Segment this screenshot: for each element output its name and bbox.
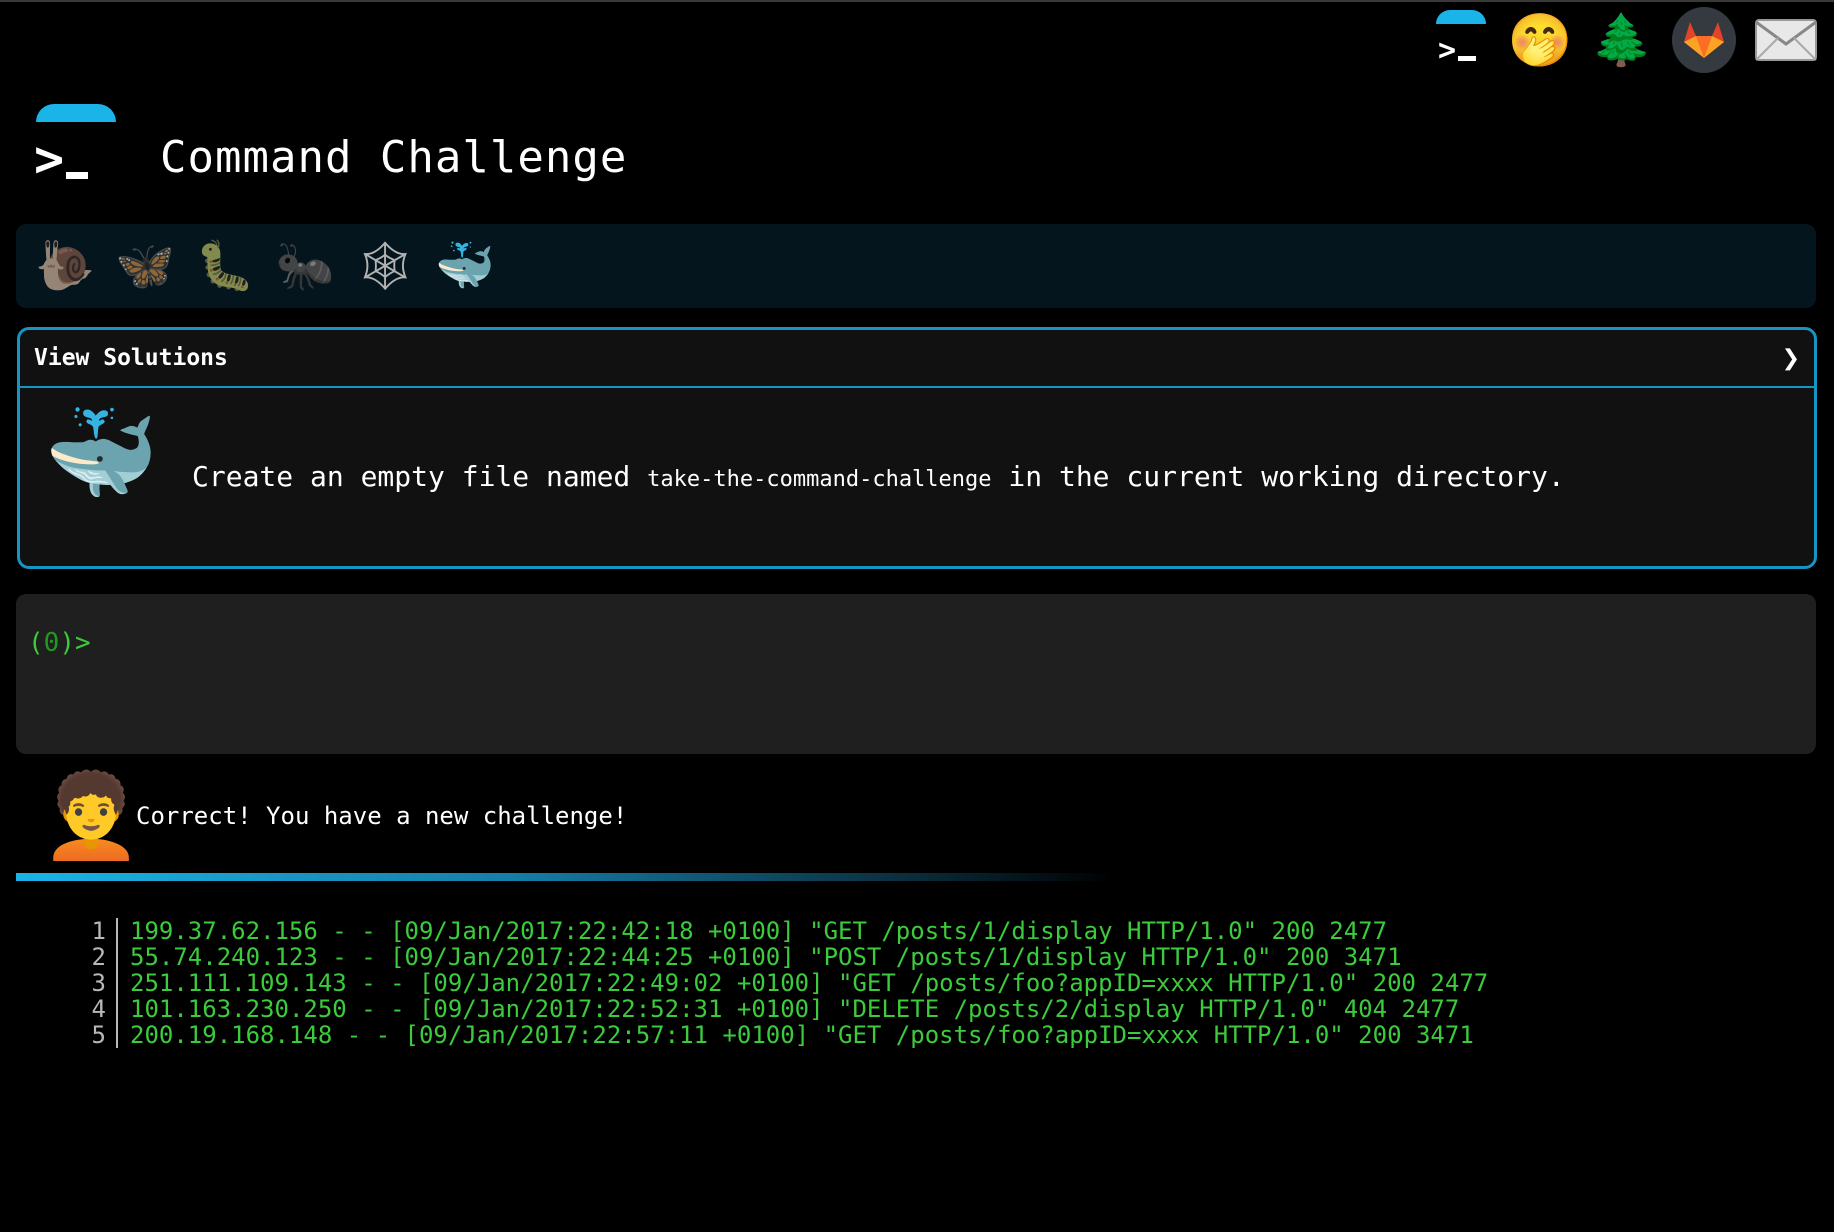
line-number: 5 [80,1022,118,1048]
gitlab-icon[interactable] [1672,7,1736,73]
whale-icon: 🐳 [44,400,159,507]
line-text: 199.37.62.156 - - [09/Jan/2017:22:42:18 … [130,917,1388,945]
level-spider-web-icon[interactable]: 🕸 [350,232,420,298]
home-logo-icon[interactable]: > [1426,8,1490,72]
log-line: 2 55.74.240.123 - - [09/Jan/2017:22:44:25… [80,944,1488,970]
line-number: 1 [80,918,118,944]
progress-bar [16,873,1116,881]
line-text: 200.19.168.148 - - [09/Jan/2017:22:57:11… [130,1021,1474,1049]
task-filename: take-the-command-challenge [647,467,992,492]
view-solutions-toggle[interactable]: View Solutions ❯ [20,330,1814,388]
level-caterpillar-icon[interactable]: 🐛 [190,232,260,298]
task-prefix: Create an empty file named [192,460,648,493]
mail-icon[interactable] [1754,8,1818,72]
terminal-prompt: (0)> [28,628,91,658]
level-butterfly-icon[interactable]: 🦋 [110,232,180,298]
top-nav: > 🤭 🌲 [1426,7,1818,73]
level-whale-icon[interactable]: 🐳 [430,232,500,298]
tree-icon[interactable]: 🌲 [1590,8,1654,72]
user-avatar-icon: 🧑‍🦱 [40,769,143,864]
level-selector: 🐌 🦋 🐛 🐜 🕸 🐳 [16,224,1816,308]
task-suffix: in the current working directory. [991,460,1565,493]
level-ant-icon[interactable]: 🐜 [270,232,340,298]
level-snail-icon[interactable]: 🐌 [30,232,100,298]
terminal[interactable]: (0)> [16,594,1816,754]
log-line: 5 200.19.168.148 - - [09/Jan/2017:22:57:1… [80,1022,1488,1048]
line-text: 55.74.240.123 - - [09/Jan/2017:22:44:25 … [130,943,1402,971]
challenge-description: Create an empty file named take-the-comm… [192,460,1565,493]
app-logo-icon[interactable]: > [34,100,124,190]
line-number: 3 [80,970,118,996]
oops-face-icon[interactable]: 🤭 [1508,8,1573,72]
line-number: 4 [80,996,118,1022]
log-file-view: 1 199.37.62.156 - - [09/Jan/2017:22:42:18… [80,918,1488,1048]
chevron-right-icon[interactable]: ❯ [1782,346,1800,371]
log-line: 3 251.111.109.143 - - [09/Jan/2017:22:49:… [80,970,1488,996]
line-text: 101.163.230.250 - - [09/Jan/2017:22:52:3… [130,995,1460,1023]
top-border [0,0,1834,2]
feedback-message: Correct! You have a new challenge! [136,802,628,830]
log-line: 4 101.163.230.250 - - [09/Jan/2017:22:52:… [80,996,1488,1022]
line-number: 2 [80,944,118,970]
line-text: 251.111.109.143 - - [09/Jan/2017:22:49:0… [130,969,1489,997]
challenge-card: View Solutions ❯ 🐳 Create an empty file … [17,327,1817,569]
page-title: Command Challenge [160,132,628,183]
log-line: 1 199.37.62.156 - - [09/Jan/2017:22:42:18… [80,918,1488,944]
prompt-counter: 0 [43,628,60,658]
view-solutions-label: View Solutions [34,345,228,371]
